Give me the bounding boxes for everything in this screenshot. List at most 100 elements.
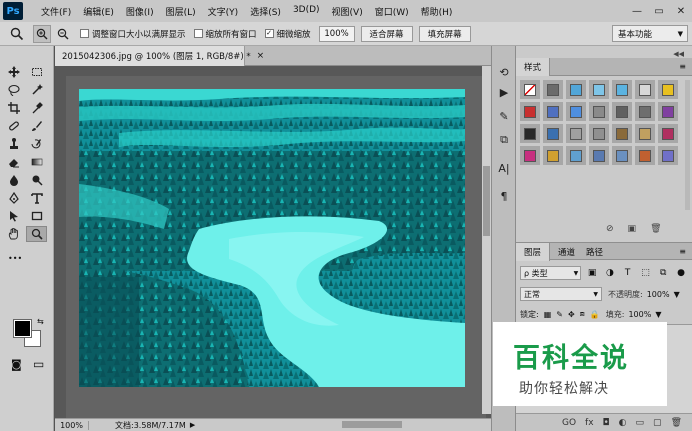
- new-layer-icon[interactable]: ▢: [653, 418, 662, 428]
- new-style-icon[interactable]: ▣: [628, 224, 637, 234]
- resize-windows-checkbox[interactable]: 调整窗口大小以满屏显示: [80, 28, 186, 40]
- quick-mask-icon[interactable]: ◙: [11, 358, 22, 371]
- lock-image-icon[interactable]: ✎: [556, 310, 563, 319]
- history-icon[interactable]: ⟲: [495, 64, 513, 80]
- filter-shape-icon[interactable]: ⬚: [639, 268, 653, 278]
- minimize-button[interactable]: —: [626, 0, 648, 22]
- hand-tool[interactable]: [3, 226, 24, 242]
- scrubby-zoom-checkbox[interactable]: ✓ 细微缩放: [264, 28, 311, 40]
- menu-view[interactable]: 视图(V): [326, 5, 369, 18]
- zoom-all-checkbox[interactable]: 缩放所有窗口: [193, 28, 257, 40]
- layer-style-icon[interactable]: fx: [585, 418, 594, 428]
- style-swatch[interactable]: [635, 80, 655, 99]
- tab-paths[interactable]: 路径: [578, 243, 611, 261]
- healing-brush-tool[interactable]: [3, 118, 24, 134]
- style-swatch[interactable]: [612, 146, 632, 165]
- eraser-tool[interactable]: [3, 154, 24, 170]
- zoom-tool[interactable]: [26, 226, 47, 242]
- chevron-down-icon[interactable]: ▼: [674, 290, 680, 299]
- pen-tool[interactable]: [3, 190, 24, 206]
- delete-style-icon[interactable]: 🗑: [650, 224, 661, 234]
- opacity-value[interactable]: 100%: [647, 290, 670, 299]
- lasso-tool[interactable]: [3, 82, 24, 98]
- style-swatch[interactable]: [589, 146, 609, 165]
- path-selection-tool[interactable]: [3, 208, 24, 224]
- brush-tool[interactable]: [26, 118, 47, 134]
- clone-source-icon[interactable]: ⧉: [495, 132, 513, 148]
- style-swatch[interactable]: [658, 146, 678, 165]
- foreground-color-swatch[interactable]: [13, 319, 32, 338]
- style-swatch[interactable]: [635, 102, 655, 121]
- tool-preset-picker[interactable]: [4, 24, 30, 44]
- style-swatch[interactable]: [520, 102, 540, 121]
- filter-type-icon[interactable]: T: [621, 268, 635, 278]
- style-swatch[interactable]: [543, 124, 563, 143]
- panel-menu-icon[interactable]: ≡: [679, 247, 686, 256]
- style-swatch[interactable]: [543, 80, 563, 99]
- gradient-tool[interactable]: [26, 154, 47, 170]
- delete-layer-icon[interactable]: 🗑: [671, 418, 682, 428]
- style-swatch[interactable]: [635, 146, 655, 165]
- style-swatch[interactable]: [543, 102, 563, 121]
- layer-filter-select[interactable]: ρ 类型 ▼: [520, 266, 582, 280]
- style-swatch[interactable]: [589, 124, 609, 143]
- style-swatch[interactable]: [566, 146, 586, 165]
- panel-menu-icon[interactable]: ≡: [679, 62, 686, 71]
- filter-pixel-icon[interactable]: ▣: [585, 268, 599, 278]
- tab-styles[interactable]: 样式: [516, 58, 551, 76]
- swap-colors-icon[interactable]: ⇆: [37, 317, 44, 326]
- type-tool[interactable]: [26, 190, 47, 206]
- crop-tool[interactable]: [3, 100, 24, 116]
- style-swatch[interactable]: [566, 80, 586, 99]
- filter-toggle-icon[interactable]: ●: [674, 268, 688, 278]
- close-button[interactable]: ✕: [670, 0, 692, 22]
- history-brush-tool[interactable]: [26, 136, 47, 152]
- eyedropper-tool[interactable]: [26, 100, 47, 116]
- marquee-tool[interactable]: [26, 64, 47, 80]
- zoom-in-button[interactable]: [33, 24, 51, 43]
- restore-button[interactable]: ▭: [648, 0, 670, 22]
- character-icon[interactable]: A|: [495, 160, 513, 176]
- fill-screen-button[interactable]: 填充屏幕: [418, 25, 471, 42]
- style-swatch[interactable]: [635, 124, 655, 143]
- link-layers-icon[interactable]: GO: [562, 418, 576, 428]
- add-mask-icon[interactable]: ◘: [603, 418, 610, 428]
- close-tab-icon[interactable]: ×: [257, 51, 265, 61]
- lock-transparent-icon[interactable]: ▦: [544, 310, 552, 319]
- move-tool[interactable]: [3, 64, 24, 80]
- screen-mode-icon[interactable]: ▭: [33, 357, 44, 371]
- style-swatch[interactable]: [520, 146, 540, 165]
- style-swatch[interactable]: [612, 124, 632, 143]
- style-swatch[interactable]: [658, 124, 678, 143]
- fit-screen-button[interactable]: 适合屏幕: [360, 25, 413, 42]
- magic-wand-tool[interactable]: [26, 82, 47, 98]
- filter-smart-object-icon[interactable]: ⧉: [656, 268, 670, 278]
- menu-help[interactable]: 帮助(H): [415, 5, 459, 18]
- new-group-icon[interactable]: ▭: [636, 418, 645, 428]
- lock-all-icon[interactable]: 🔒: [590, 310, 600, 319]
- paragraph-icon[interactable]: ¶: [495, 188, 513, 204]
- style-swatch[interactable]: [543, 146, 563, 165]
- clone-stamp-tool[interactable]: [3, 136, 24, 152]
- workspace-select[interactable]: 基本功能 ▼: [612, 25, 688, 42]
- actions-play-icon[interactable]: ▶: [495, 84, 513, 100]
- image-canvas[interactable]: [79, 89, 465, 387]
- lock-artboard-icon[interactable]: ⧈: [580, 309, 585, 319]
- status-menu-arrow-icon[interactable]: ▶: [190, 421, 195, 429]
- style-swatch[interactable]: [566, 124, 586, 143]
- style-swatch[interactable]: [589, 80, 609, 99]
- tab-layers[interactable]: 图层: [516, 243, 551, 261]
- style-swatch[interactable]: [612, 80, 632, 99]
- menu-edit[interactable]: 编辑(E): [77, 5, 120, 18]
- menu-type[interactable]: 文字(Y): [202, 5, 245, 18]
- brush-icon[interactable]: ✎: [495, 108, 513, 124]
- horizontal-scrollbar[interactable]: [282, 418, 482, 431]
- adjustment-layer-icon[interactable]: ◐: [619, 418, 627, 428]
- style-swatch[interactable]: [658, 102, 678, 121]
- menu-layer[interactable]: 图层(L): [160, 5, 202, 18]
- vertical-scrollbar[interactable]: [482, 66, 491, 414]
- menu-image[interactable]: 图像(I): [120, 5, 160, 18]
- status-zoom[interactable]: 100%: [55, 420, 89, 430]
- style-swatch[interactable]: [566, 102, 586, 121]
- styles-scrollbar[interactable]: [685, 80, 690, 210]
